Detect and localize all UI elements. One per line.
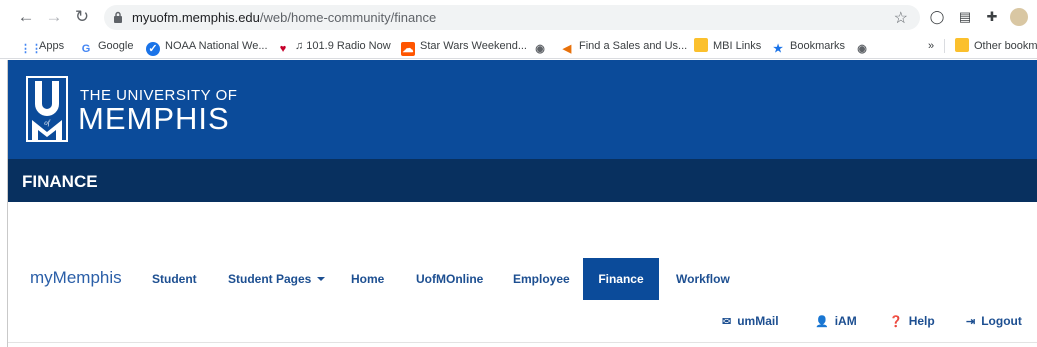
- lock-icon: [114, 11, 122, 23]
- forward-icon[interactable]: →: [44, 7, 64, 27]
- bookmark-bookmarks[interactable]: ★ Bookmarks: [771, 38, 845, 55]
- nav-finance[interactable]: Finance: [583, 258, 659, 300]
- extension-reader-icon[interactable]: ▤: [956, 8, 974, 26]
- nav-employee[interactable]: Employee: [513, 258, 570, 300]
- flag-icon: ◀: [562, 43, 572, 55]
- util-ummail[interactable]: ✉ umMail: [722, 314, 779, 328]
- bookmark-apps[interactable]: ⋮⋮Apps: [20, 38, 64, 55]
- bookmark-mbi-links[interactable]: MBI Links: [694, 38, 761, 54]
- page-title: FINANCE: [22, 172, 98, 191]
- url-path: /web/home-community/finance: [259, 10, 437, 25]
- user-icon: 👤: [815, 316, 829, 328]
- bookmark-star-wars[interactable]: ☁ Star Wars Weekend...: [401, 38, 527, 56]
- nav-student[interactable]: Student: [152, 258, 197, 300]
- bookmark-noaa[interactable]: ✓ NOAA National We...: [146, 38, 268, 56]
- globe-icon: ◉: [857, 43, 867, 55]
- reload-icon[interactable]: ↻: [72, 7, 92, 27]
- sign-out-icon: ⇥: [966, 316, 976, 328]
- bookmark-other-folder[interactable]: Other bookm: [955, 38, 1037, 54]
- star-icon: ★: [773, 43, 783, 55]
- uofm-logo-mark[interactable]: of: [26, 76, 68, 142]
- profile-avatar-icon[interactable]: [1010, 8, 1028, 26]
- nav-student-pages[interactable]: Student Pages: [228, 258, 326, 300]
- util-help[interactable]: ❓ Help: [889, 314, 935, 328]
- util-iam[interactable]: 👤 iAM: [815, 314, 857, 328]
- bookmarks-divider: [944, 39, 945, 53]
- iheart-icon: ♥: [279, 43, 287, 55]
- nav-home[interactable]: Home: [351, 258, 384, 300]
- url-text[interactable]: myuofm.memphis.edu/web/home-community/fi…: [132, 10, 436, 25]
- extension-circle-icon[interactable]: ◯: [928, 8, 946, 26]
- svg-text:of: of: [44, 119, 51, 127]
- globe-icon: ◉: [535, 43, 545, 55]
- bookmark-radio[interactable]: ♥ ♫ 101.9 Radio Now: [276, 38, 391, 55]
- google-g-icon: G: [81, 43, 91, 55]
- question-circle-icon: ❓: [889, 316, 903, 328]
- nav-workflow[interactable]: Workflow: [676, 258, 730, 300]
- logo-memphis-text: MEMPHIS: [78, 101, 230, 136]
- bookmarks-bar: ⋮⋮Apps G Google ✓ NOAA National We... ♥ ♫ 1…: [0, 34, 1037, 59]
- soundcloud-icon: ☁: [401, 42, 415, 56]
- bookmark-globe-2[interactable]: ◉: [855, 38, 874, 55]
- bookmark-google[interactable]: G Google: [79, 38, 134, 55]
- apps-grid-icon: ⋮⋮: [20, 43, 42, 55]
- section-header-bar: FINANCE: [8, 159, 1037, 202]
- bookmarks-overflow-chevron[interactable]: »: [928, 38, 934, 54]
- url-host: myuofm.memphis.edu: [132, 10, 260, 25]
- back-icon[interactable]: ←: [16, 7, 36, 27]
- envelope-icon: ✉: [722, 316, 732, 328]
- noaa-icon: ✓: [146, 42, 160, 56]
- nav-uofmonline[interactable]: UofMOnline: [416, 258, 483, 300]
- folder-icon: [694, 38, 708, 52]
- bookmark-find-sales[interactable]: ◀ Find a Sales and Us...: [560, 38, 687, 55]
- bookmark-star-icon[interactable]: ☆: [894, 8, 908, 28]
- extensions-puzzle-icon[interactable]: ✚: [983, 8, 1001, 26]
- caret-down-icon: [317, 277, 326, 281]
- util-logout[interactable]: ⇥ Logout: [966, 314, 1022, 328]
- bookmark-globe-1[interactable]: ◉: [533, 38, 552, 55]
- browser-toolbar: ← → ↻ myuofm.memphis.edu/web/home-commun…: [0, 0, 1037, 34]
- content-divider: [8, 342, 1037, 343]
- address-bar[interactable]: myuofm.memphis.edu/web/home-community/fi…: [104, 5, 920, 30]
- folder-icon: [955, 38, 969, 52]
- site-header: of THE UNIVERSITY OF MEMPHIS: [8, 60, 1037, 159]
- mymemphis-home-link[interactable]: myMemphis: [30, 268, 122, 288]
